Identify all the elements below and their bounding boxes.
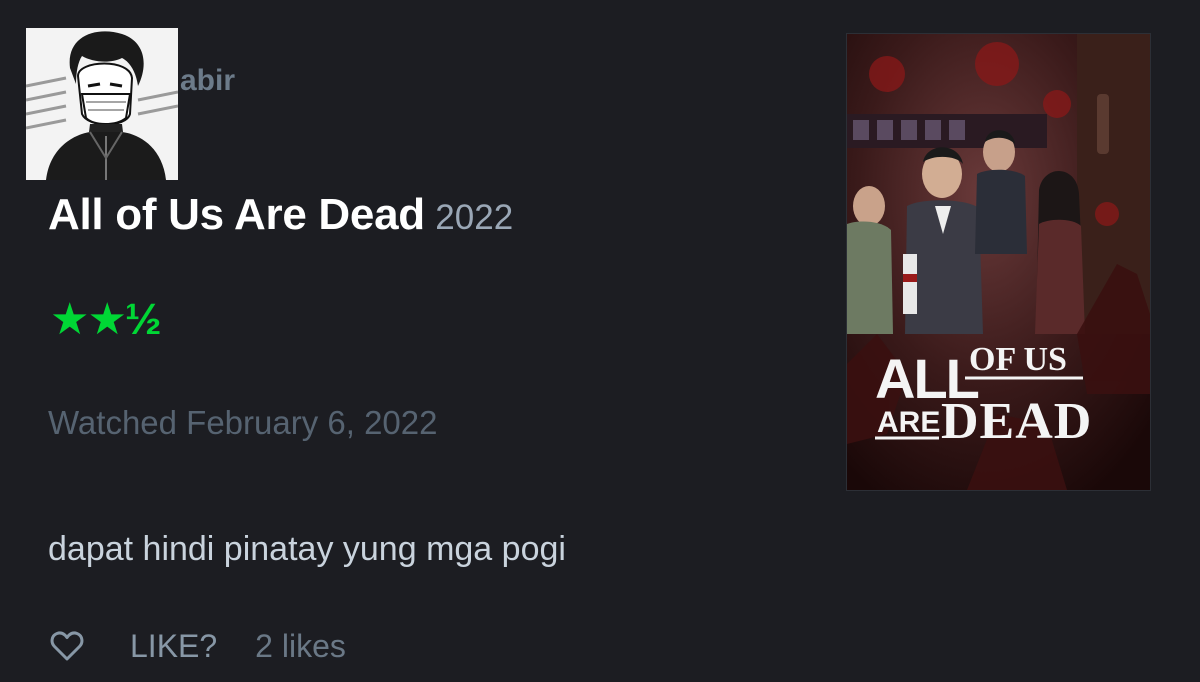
film-title[interactable]: All of Us Are Dead <box>48 190 425 239</box>
poster-artwork: ALL OF US ARE DEAD <box>847 34 1150 490</box>
like-actions: LIKE? 2 likes <box>50 624 346 668</box>
poster-title-dead: DEAD <box>941 393 1092 450</box>
like-button[interactable]: LIKE? <box>130 628 217 665</box>
watched-date: Watched February 6, 2022 <box>48 404 438 441</box>
review-text: dapat hindi pinatay yung mga pogi <box>48 530 566 568</box>
heart-outline-icon[interactable] <box>50 630 84 662</box>
username[interactable]: abir <box>180 64 235 98</box>
avatar[interactable] <box>26 28 178 180</box>
poster-title-are: ARE <box>877 406 940 439</box>
film-title-row: All of Us Are Dead 2022 <box>48 190 513 240</box>
manga-avatar-icon <box>26 28 178 180</box>
poster-title-of-us: OF US <box>969 341 1067 378</box>
film-year[interactable]: 2022 <box>435 198 513 237</box>
likes-count[interactable]: 2 likes <box>255 628 346 665</box>
star-rating: ★★½ <box>50 295 162 344</box>
film-poster[interactable]: ALL OF US ARE DEAD <box>846 33 1151 491</box>
